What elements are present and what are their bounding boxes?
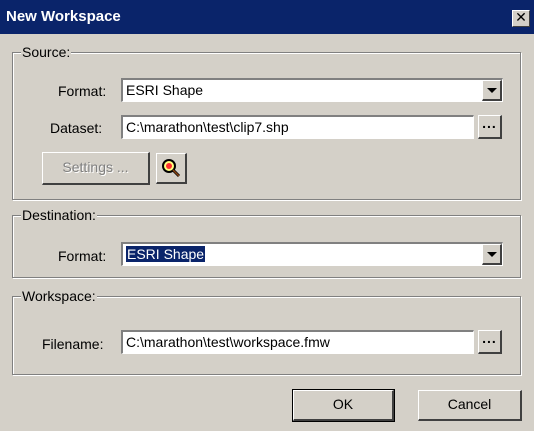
source-group: Source: Format: ESRI Shape Dataset: C:\m… [12, 44, 521, 200]
inspect-button[interactable] [156, 153, 187, 184]
destination-format-value: ESRI Shape [126, 246, 206, 262]
title-bar[interactable]: New Workspace ✕ [0, 0, 534, 34]
workspace-legend: Workspace: [21, 288, 97, 304]
chevron-down-icon [487, 88, 497, 93]
source-format-select[interactable]: ESRI Shape [121, 78, 503, 102]
filename-input[interactable]: C:\marathon\test\workspace.fmw [121, 330, 474, 354]
ok-button[interactable]: OK [292, 389, 395, 422]
settings-label: Settings ... [62, 159, 129, 175]
destination-format-dropdown-button[interactable] [482, 244, 502, 265]
workspace-group: Workspace: Filename: C:\marathon\test\wo… [12, 288, 521, 375]
destination-group: Destination: Format: ESRI Shape [12, 207, 521, 278]
dataset-browse-button[interactable]: ... [478, 115, 502, 139]
source-format-dropdown-button[interactable] [482, 80, 502, 101]
filename-browse-button[interactable]: ... [478, 330, 502, 354]
new-workspace-dialog: New Workspace ✕ Source: Format: ESRI Sha… [0, 0, 536, 431]
dataset-value: C:\marathon\test\clip7.shp [126, 119, 289, 135]
dataset-label: Dataset: [50, 120, 103, 136]
magnifier-icon [162, 159, 181, 178]
ok-label: OK [332, 396, 354, 412]
window-title: New Workspace [6, 8, 121, 25]
chevron-down-icon [487, 252, 497, 257]
settings-button[interactable]: Settings ... [42, 152, 150, 185]
destination-legend: Destination: [21, 207, 97, 223]
browse-label: ... [482, 115, 497, 131]
filename-label: Filename: [42, 336, 104, 352]
source-legend: Source: [21, 44, 72, 60]
source-format-value: ESRI Shape [126, 82, 204, 98]
destination-format-select[interactable]: ESRI Shape [121, 242, 503, 266]
source-format-label: Format: [58, 83, 107, 99]
filename-value: C:\marathon\test\workspace.fmw [126, 334, 330, 350]
cancel-label: Cancel [447, 396, 492, 412]
close-icon: ✕ [515, 10, 527, 26]
close-button[interactable]: ✕ [512, 10, 530, 27]
dataset-input[interactable]: C:\marathon\test\clip7.shp [121, 115, 474, 139]
browse-label: ... [482, 330, 497, 346]
destination-format-label: Format: [58, 248, 107, 264]
cancel-button[interactable]: Cancel [418, 390, 522, 421]
